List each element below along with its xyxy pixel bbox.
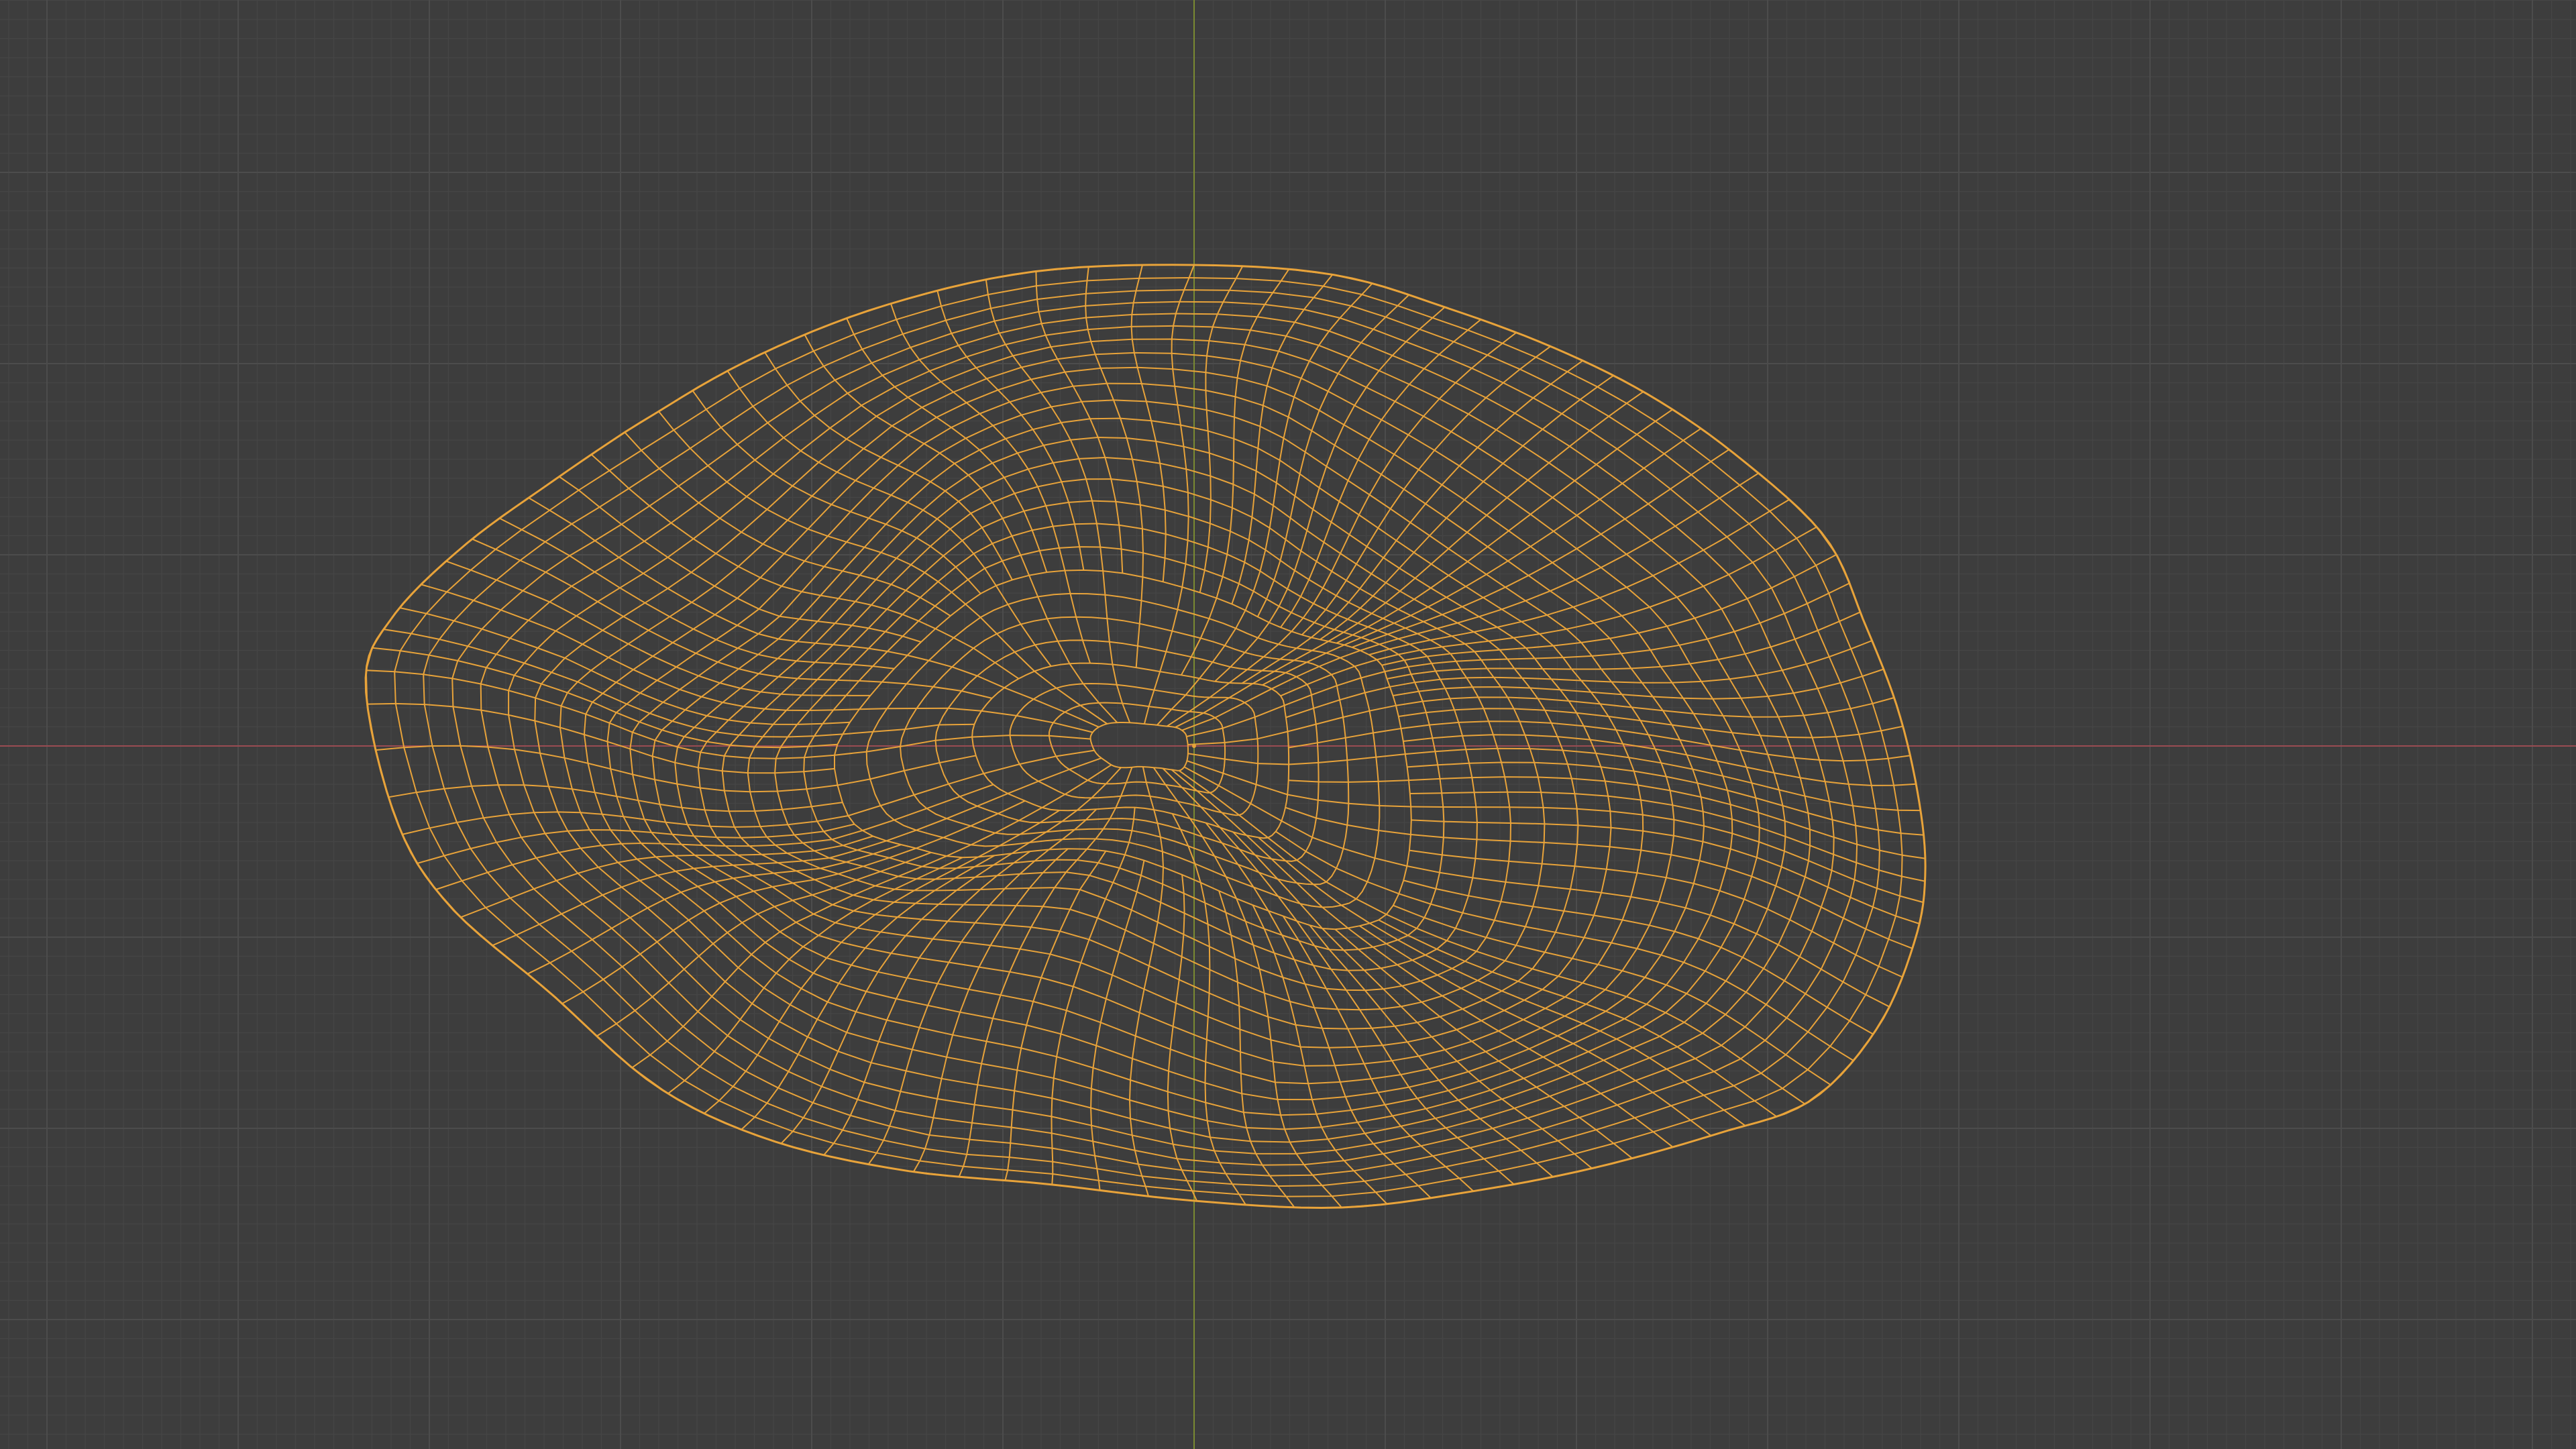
object-origin-marker[interactable]	[1192, 744, 1196, 748]
3d-viewport[interactable]	[0, 0, 2576, 1449]
viewport-background	[0, 0, 2576, 1449]
viewport-canvas[interactable]	[0, 0, 2576, 1449]
